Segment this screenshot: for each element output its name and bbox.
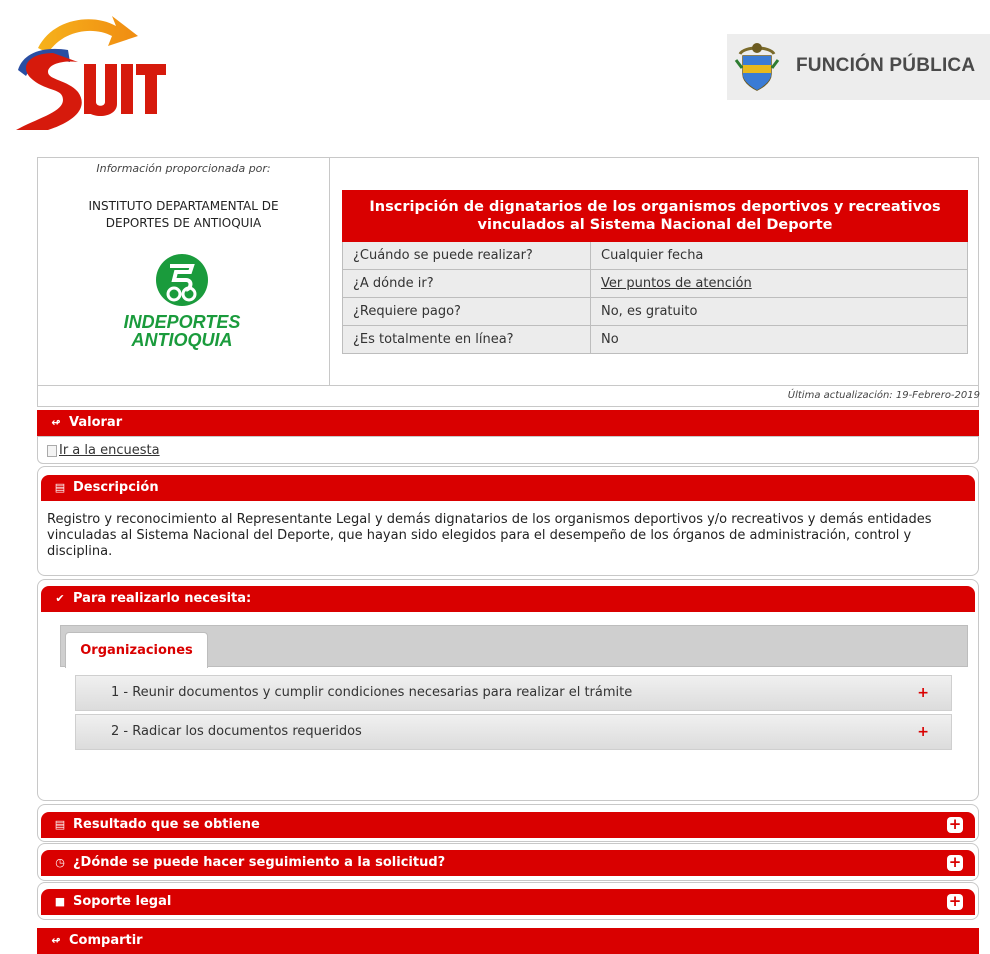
- survey-link[interactable]: Ir a la encuesta: [47, 443, 160, 458]
- comment-icon: ▤: [54, 481, 66, 494]
- answer-cell: Cualquier fecha: [590, 241, 968, 270]
- indeportes-logo-text-2: ANTIOQUIA: [131, 330, 233, 350]
- answer-cell: Ver puntos de atención: [590, 269, 968, 298]
- table-row: ¿A dónde ir? Ver puntos de atención: [342, 269, 968, 298]
- section-compartir-label: Compartir: [69, 933, 143, 948]
- provided-by-label: Información proporcionada por:: [96, 162, 271, 175]
- section-requisitos-label: Para realizarlo necesita:: [73, 591, 252, 606]
- share-arrow-icon: ↫: [51, 934, 61, 947]
- colombia-shield-icon: [734, 40, 780, 94]
- section-descripcion-header[interactable]: ▤ Descripción: [41, 475, 975, 501]
- entity-name: INSTITUTO DEPARTAMENTAL DE DEPORTES DE A…: [47, 198, 320, 232]
- question-cell: ¿Cuándo se puede realizar?: [342, 241, 591, 270]
- expand-plus-icon[interactable]: +: [947, 855, 963, 871]
- table-row: ¿Cuándo se puede realizar? Cualquier fec…: [342, 241, 968, 270]
- tab-organizaciones[interactable]: Organizaciones: [65, 632, 208, 668]
- entity-name-line1: INSTITUTO DEPARTAMENTAL DE: [88, 199, 279, 213]
- section-descripcion-label: Descripción: [73, 480, 159, 495]
- section-requisitos-header[interactable]: ✔ Para realizarlo necesita:: [41, 586, 975, 612]
- divider: [37, 385, 979, 386]
- tramite-title-line1: Inscripción de dignatarios de los organi…: [369, 199, 941, 215]
- last-update-label: Última actualización: 19-Febrero-2019: [787, 390, 980, 401]
- tramite-title: Inscripción de dignatarios de los organi…: [342, 190, 968, 242]
- clock-icon: ◷: [55, 856, 65, 869]
- step-item[interactable]: 2 - Radicar los documentos requeridos +: [75, 714, 952, 750]
- section-resultado-label: Resultado que se obtiene: [73, 817, 260, 832]
- table-row: ¿Es totalmente en línea? No: [342, 325, 968, 354]
- section-soporte-legal-header[interactable]: ■ Soporte legal +: [41, 889, 975, 915]
- check-circle-icon: ✔: [55, 592, 65, 605]
- indeportes-logo-text-1: INDEPORTES: [124, 312, 241, 332]
- table-row: ¿Requiere pago? No, es gratuito: [342, 297, 968, 326]
- question-cell: ¿A dónde ir?: [342, 269, 591, 298]
- step-item[interactable]: 1 - Reunir documentos y cumplir condicio…: [75, 675, 952, 711]
- book-icon: ■: [54, 895, 66, 908]
- step-label: 2 - Radicar los documentos requeridos: [111, 724, 362, 739]
- entity-name-line2: DEPORTES DE ANTIOQUIA: [105, 216, 262, 230]
- section-seguimiento-header[interactable]: ◷ ¿Dónde se puede hacer seguimiento a la …: [41, 850, 975, 876]
- indeportes-logo: INDEPORTES ANTIOQUIA: [112, 252, 252, 354]
- question-cell: ¿Requiere pago?: [342, 297, 591, 326]
- step-label: 1 - Reunir documentos y cumplir condicio…: [111, 685, 633, 700]
- attention-points-link[interactable]: Ver puntos de atención: [601, 276, 752, 291]
- answer-cell: No: [590, 325, 968, 354]
- section-compartir-header[interactable]: ↫ Compartir: [37, 928, 979, 954]
- descripcion-text: Registro y reconocimiento al Representan…: [47, 512, 932, 559]
- question-cell: ¿Es totalmente en línea?: [342, 325, 591, 354]
- expand-plus-icon[interactable]: +: [947, 894, 963, 910]
- share-arrow-icon: ↫: [51, 416, 61, 429]
- expand-plus-icon[interactable]: +: [947, 817, 963, 833]
- section-seguimiento-label: ¿Dónde se puede hacer seguimiento a la s…: [73, 855, 446, 870]
- section-valorar-header[interactable]: ↫ Valorar: [37, 410, 979, 436]
- broken-image-icon: [47, 444, 57, 457]
- tramite-summary-table: Inscripción de dignatarios de los organi…: [342, 190, 968, 354]
- survey-link-label: Ir a la encuesta: [59, 443, 160, 458]
- section-resultado-header[interactable]: ▤ Resultado que se obtiene +: [41, 812, 975, 838]
- funcion-publica-label[interactable]: FUNCIÓN PÚBLICA: [796, 55, 975, 77]
- section-soporte-legal-label: Soporte legal: [73, 894, 172, 909]
- answer-cell: No, es gratuito: [590, 297, 968, 326]
- suit-logo[interactable]: [8, 8, 168, 132]
- comment-icon: ▤: [54, 818, 66, 831]
- valorar-body: [37, 436, 979, 464]
- tramite-title-line2: vinculados al Sistema Nacional del Depor…: [477, 217, 833, 233]
- expand-plus-icon[interactable]: +: [917, 715, 929, 749]
- section-valorar-label: Valorar: [69, 415, 123, 430]
- expand-plus-icon[interactable]: +: [917, 676, 929, 710]
